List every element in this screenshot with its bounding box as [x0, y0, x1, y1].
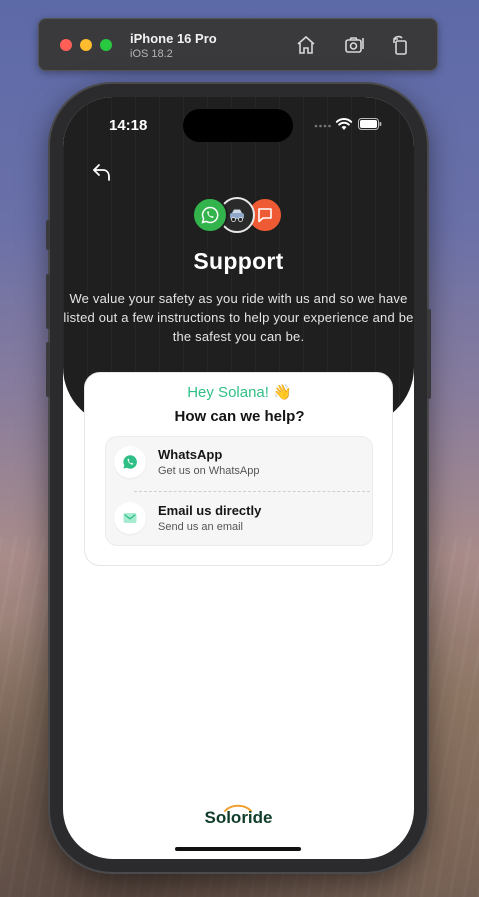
back-arrow-icon[interactable] — [89, 159, 115, 185]
email-option-title: Email us directly — [158, 503, 262, 518]
action-button — [46, 220, 50, 250]
minimize-window-button[interactable] — [80, 39, 92, 51]
rotate-icon[interactable] — [390, 34, 412, 56]
screenshot-icon[interactable] — [344, 34, 366, 56]
iphone-frame: 14:18 Support We value your safety as yo… — [46, 84, 431, 872]
power-button — [427, 309, 431, 399]
option-divider — [134, 491, 370, 492]
greeting-text: Hey Solana! 👋 — [187, 384, 292, 401]
dynamic-island — [183, 109, 293, 142]
whatsapp-icon — [114, 446, 146, 478]
help-question: How can we help? — [174, 408, 305, 425]
home-icon[interactable] — [295, 34, 317, 56]
close-window-button[interactable] — [60, 39, 72, 51]
help-card: Hey Solana! 👋 How can we help? WhatsApp … — [84, 372, 393, 566]
whatsapp-option-description: Get us on WhatsApp — [158, 465, 260, 477]
battery-icon — [358, 118, 382, 130]
device-name: iPhone 16 Pro — [130, 31, 217, 46]
whatsapp-option-title: WhatsApp — [158, 447, 223, 462]
page-subtitle: We value your safety as you ride with us… — [63, 291, 414, 344]
simulator-toolbar: iPhone 16 Pro iOS 18.2 — [38, 18, 438, 71]
volume-down-button — [46, 342, 50, 397]
os-version: iOS 18.2 — [130, 48, 173, 60]
whatsapp-option[interactable]: WhatsApp Get us on WhatsApp — [106, 437, 374, 491]
contact-options: WhatsApp Get us on WhatsApp Email us dir… — [105, 436, 373, 546]
zoom-window-button[interactable] — [100, 39, 112, 51]
email-option-description: Send us an email — [158, 521, 243, 533]
brand-logo: Soloride — [204, 808, 273, 827]
whatsapp-icon — [192, 197, 228, 233]
cellular-signal-icon — [314, 124, 331, 128]
home-indicator[interactable] — [175, 847, 301, 851]
email-icon — [114, 502, 146, 534]
app-screen: 14:18 Support We value your safety as yo… — [63, 97, 414, 859]
page-title: Support — [193, 248, 284, 274]
status-time: 14:18 — [109, 117, 148, 134]
email-option[interactable]: Email us directly Send us an email — [106, 493, 374, 547]
volume-up-button — [46, 274, 50, 329]
wifi-icon — [335, 117, 353, 130]
support-channels-icons — [192, 197, 284, 235]
